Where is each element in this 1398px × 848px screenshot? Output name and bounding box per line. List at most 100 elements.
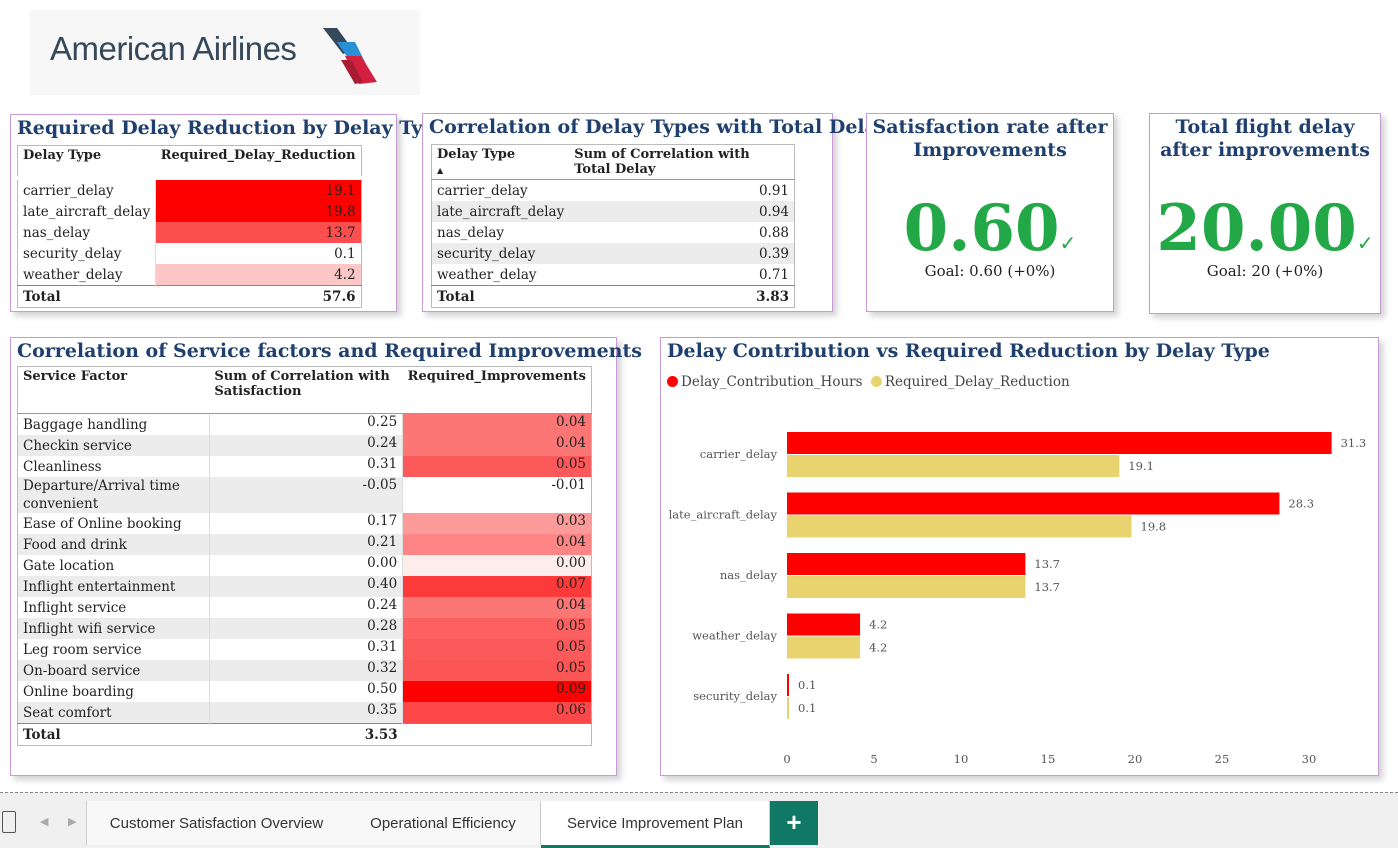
table-row[interactable]: Baggage handling 0.25 0.04	[17, 413, 592, 435]
column-header[interactable]: Service Factor	[17, 366, 210, 414]
table-row[interactable]: nas_delay 0.88	[432, 222, 795, 243]
service-factor-cell: Checkin service	[17, 435, 210, 456]
total-label: Total	[17, 285, 156, 308]
delay-type-cell: nas_delay	[437, 224, 505, 241]
total-value: 3.53	[209, 723, 403, 746]
delay-type-cell: late_aircraft_delay	[431, 201, 570, 222]
bar-Required_Delay_Reduction[interactable]	[787, 455, 1120, 477]
bar-Delay_Contribution_Hours[interactable]	[787, 432, 1332, 454]
mobile-layout-icon[interactable]	[2, 811, 16, 833]
delay-correlation-table: Delay Type ▲ Sum of Correlation with Tot…	[431, 144, 795, 308]
table-row[interactable]: security_delay 0.1	[17, 243, 362, 264]
correlation-value-cell: 0.31	[209, 639, 404, 660]
scroll-left-icon[interactable]: ◀	[40, 815, 48, 828]
bar-Required_Delay_Reduction[interactable]	[787, 515, 1132, 538]
table-row[interactable]: Inflight wifi service 0.28 0.05	[17, 618, 592, 639]
correlation-value-cell: 0.24	[209, 597, 404, 618]
correlation-value-cell: 0.25	[209, 413, 404, 435]
service-factor-cell: Inflight entertainment	[17, 576, 210, 597]
table-row[interactable]: weather_delay 0.71	[432, 264, 795, 286]
delay-type-cell: nas_delay	[17, 222, 157, 243]
column-header[interactable]: Required_Delay_Reduction	[155, 145, 362, 179]
table-row[interactable]: late_aircraft_delay 19.8	[17, 201, 362, 222]
table-row[interactable]: weather_delay 4.2	[17, 264, 362, 286]
improvement-value-cell: 0.03	[402, 513, 592, 534]
correlation-value-cell: 0.28	[209, 618, 404, 639]
column-header[interactable]: Sum of Correlation with Satisfaction	[209, 366, 403, 414]
delay-type-cell: security_delay	[17, 243, 157, 264]
delay-type-cell: security_delay	[431, 243, 570, 264]
column-header[interactable]: Sum of Correlation with Total Delay	[569, 144, 795, 180]
correlation-value-cell: 0.17	[209, 513, 404, 534]
table-row[interactable]: Leg room service 0.31 0.05	[17, 639, 592, 660]
table-row[interactable]: Departure/Arrival time convenient -0.05 -0…	[17, 477, 592, 513]
table-row[interactable]: On-board service 0.32 0.05	[17, 660, 592, 681]
american-airlines-logo: American Airlines	[30, 10, 420, 95]
table-row[interactable]: late_aircraft_delay 0.94	[431, 201, 795, 222]
table-row[interactable]: Checkin service 0.24 0.04	[17, 435, 592, 456]
correlation-value-cell: 0.71	[758, 266, 789, 283]
service-factor-cell: Baggage handling	[17, 413, 210, 435]
table-row[interactable]: Inflight entertainment 0.40 0.07	[17, 576, 592, 597]
table-row[interactable]: nas_delay 13.7	[17, 222, 362, 243]
total-label: Total	[431, 285, 570, 308]
brand-name: American Airlines	[50, 30, 297, 67]
kpi-number: 0.60	[903, 191, 1060, 266]
table-row[interactable]: Inflight service 0.24 0.04	[17, 597, 592, 618]
bar-Delay_Contribution_Hours[interactable]	[787, 613, 861, 636]
column-header[interactable]: Delay Type	[17, 145, 156, 179]
table-row[interactable]: Ease of Online booking 0.17 0.03	[17, 513, 592, 534]
correlation-value-cell: 0.39	[569, 243, 795, 264]
improvement-value-cell: 0.04	[402, 597, 592, 618]
scroll-right-icon[interactable]: ▶	[68, 815, 76, 828]
column-header[interactable]: Delay Type ▲	[431, 144, 570, 180]
table-row[interactable]: security_delay 0.39	[431, 243, 795, 264]
category-label: late_aircraft_delay	[669, 508, 778, 522]
table-row[interactable]: Cleanliness 0.31 0.05	[17, 456, 592, 477]
total-empty-cell	[402, 723, 592, 746]
service-factor-cell: Online boarding	[17, 681, 210, 702]
delay-type-cell: late_aircraft_delay	[17, 201, 157, 222]
column-header-label: Delay Type	[437, 147, 516, 162]
tab-service-improvement-plan[interactable]: Service Improvement Plan	[541, 801, 770, 848]
total-row: Total 57.6	[17, 285, 362, 308]
delay-type-cell: carrier_delay	[17, 178, 157, 201]
data-label: 13.7	[1034, 580, 1060, 594]
service-factor-cell: Cleanliness	[17, 456, 210, 477]
card-title: Correlation of Service factors and Requi…	[17, 340, 642, 362]
bar-chart: carrier_delay 31.3 19.1 late_aircraft_delay…	[669, 432, 1367, 766]
sort-ascending-icon[interactable]: ▲	[437, 165, 443, 175]
table-row[interactable]: carrier_delay 19.1	[17, 178, 362, 201]
bar-Required_Delay_Reduction[interactable]	[787, 636, 861, 659]
bar-Required_Delay_Reduction[interactable]	[787, 697, 789, 719]
data-label: 31.3	[1341, 436, 1367, 450]
bar-Delay_Contribution_Hours[interactable]	[787, 553, 1026, 575]
table-row[interactable]: carrier_delay 0.91	[432, 180, 795, 202]
improvement-value-cell: -0.01	[402, 477, 592, 513]
table-row[interactable]: Seat comfort 0.35 0.06	[17, 702, 592, 724]
improvement-value-cell: 0.05	[402, 456, 592, 477]
service-factors-card: Correlation of Service factors and Requi…	[10, 337, 642, 776]
x-tick-label: 0	[783, 752, 790, 766]
checkmark-icon: ✓	[1356, 231, 1374, 255]
correlation-value-cell: 0.21	[209, 534, 404, 555]
add-page-button[interactable]: +	[770, 801, 818, 845]
table-row[interactable]: Gate location 0.00 0.00	[17, 555, 592, 576]
service-factor-cell: Inflight service	[17, 597, 210, 618]
bar-Delay_Contribution_Hours[interactable]	[787, 674, 789, 696]
improvement-value-cell: 0.09	[402, 681, 592, 702]
bar-Delay_Contribution_Hours[interactable]	[787, 492, 1280, 515]
column-header[interactable]: Required_Improvements	[402, 366, 592, 414]
x-tick-label: 15	[1041, 752, 1056, 766]
bar-Required_Delay_Reduction[interactable]	[787, 576, 1026, 598]
checkmark-icon: ✓	[1059, 231, 1077, 255]
correlation-value-cell: 0.88	[758, 224, 789, 241]
tab-operational-efficiency[interactable]: Operational Efficiency	[346, 801, 541, 845]
table-row[interactable]: Food and drink 0.21 0.04	[17, 534, 592, 555]
kpi-title: Total flight delay after improvements	[1160, 116, 1370, 161]
table-row[interactable]: Online boarding 0.50 0.09	[17, 681, 592, 702]
reduction-value-cell: 19.8	[155, 201, 362, 222]
delay-reduction-card: Required Delay Reduction by Delay Type D…	[10, 114, 448, 312]
tab-customer-satisfaction-overview[interactable]: Customer Satisfaction Overview	[86, 801, 347, 845]
kpi-goal: Goal: 20 (+0%)	[1206, 262, 1324, 280]
